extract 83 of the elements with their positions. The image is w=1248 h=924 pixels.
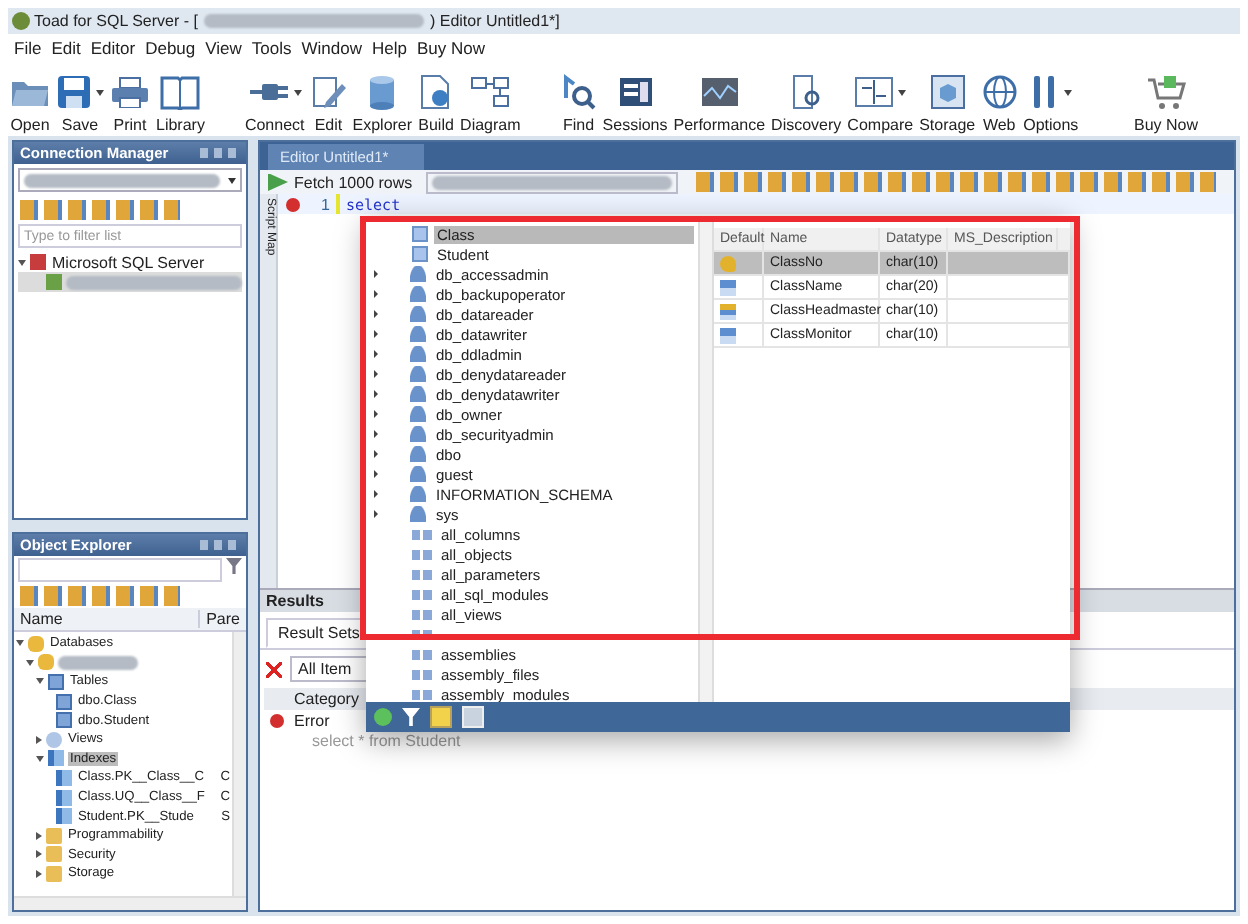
menu-item[interactable]: Help — [372, 38, 407, 58]
menu-item[interactable]: Buy Now — [416, 38, 485, 58]
expand-arrow-icon[interactable] — [374, 510, 378, 518]
document-icon — [418, 74, 455, 110]
fetch-dropdown[interactable]: Fetch 1000 rows — [294, 173, 421, 191]
pencil-icon — [310, 74, 347, 110]
printer-icon — [110, 76, 150, 108]
expand-arrow-icon[interactable] — [374, 490, 378, 498]
column-key-icon — [720, 303, 736, 319]
panel-buttons-icon[interactable] — [200, 148, 240, 158]
window-icon — [617, 76, 654, 108]
menu-item[interactable]: Editor — [90, 38, 136, 58]
table-cell-text: Error — [292, 712, 332, 730]
window-title: Toad for SQL Server - [ — [34, 12, 198, 30]
explorer-toolbar-drawing[interactable] — [20, 586, 180, 606]
detail-text: select * from Student — [310, 732, 463, 750]
column-icon — [720, 279, 736, 295]
toolbar-button[interactable]: Options — [1021, 72, 1081, 134]
toolbar-button[interactable]: Save — [54, 72, 106, 134]
connection-toolbar-drawing[interactable] — [20, 200, 180, 220]
chart-icon — [699, 76, 740, 108]
panel-buttons-icon[interactable] — [200, 540, 240, 550]
toolbar-button[interactable]: Library — [154, 72, 207, 134]
menu-item[interactable]: Edit — [51, 38, 81, 58]
toolbar-button[interactable]: Build — [416, 72, 457, 134]
expand-arrow-icon[interactable] — [374, 350, 378, 358]
run-icon[interactable] — [268, 173, 288, 191]
toolbar-button[interactable]: Web — [979, 72, 1020, 134]
clear-icon[interactable] — [266, 661, 282, 677]
menu-item[interactable]: Tools — [251, 38, 292, 58]
expand-arrow-icon[interactable] — [374, 410, 378, 418]
menu-item[interactable]: Debug — [145, 38, 196, 58]
expand-arrow-icon[interactable] — [374, 450, 378, 458]
toolbar-button[interactable]: Explorer — [350, 72, 415, 134]
toolbar-button[interactable]: Performance — [671, 72, 768, 134]
panel-title: Results — [266, 592, 324, 610]
column-header[interactable]: Name — [14, 610, 201, 628]
toolbar-button[interactable]: Edit — [308, 72, 349, 134]
line-number: 1 — [319, 195, 330, 213]
filter-field[interactable] — [18, 558, 222, 582]
scrollbar[interactable] — [698, 216, 714, 702]
scrollbar[interactable] — [14, 896, 246, 910]
scrollbar[interactable] — [232, 632, 246, 896]
caret-icon[interactable] — [294, 89, 303, 95]
toolbar-button[interactable]: Diagram — [458, 72, 523, 134]
expand-arrow-icon[interactable] — [374, 370, 378, 378]
caret-icon[interactable] — [898, 89, 907, 95]
menu-item[interactable]: File — [14, 38, 42, 58]
globe-icon — [981, 74, 1018, 110]
toolbar-button[interactable]: Buy Now — [1131, 72, 1200, 134]
toolbar-button[interactable]: Storage — [917, 72, 978, 134]
toolbar-button[interactable]: Find — [558, 72, 599, 134]
expand-arrow-icon[interactable] — [374, 290, 378, 298]
column-icon — [720, 327, 736, 343]
toolbar-button[interactable]: Open — [8, 72, 52, 134]
window-title: ) Editor Untitled1*] — [429, 12, 560, 30]
expand-arrow-icon[interactable] — [374, 470, 378, 478]
column-header[interactable]: Pare — [200, 610, 246, 628]
folder-icon — [10, 76, 50, 108]
expand-arrow-icon[interactable] — [374, 270, 378, 278]
cart-icon — [1143, 72, 1188, 112]
box-icon — [929, 74, 966, 110]
expand-arrow-icon[interactable] — [374, 390, 378, 398]
toolbar-button[interactable]: Discovery — [769, 72, 844, 134]
expand-arrow-icon[interactable] — [374, 310, 378, 318]
toolbar-button[interactable]: Compare — [845, 72, 916, 134]
filter-icon[interactable] — [402, 708, 420, 726]
editor-toolbar-drawing[interactable] — [696, 172, 1217, 192]
toolbar-button[interactable]: Sessions — [600, 72, 670, 134]
menu-item[interactable]: Window — [301, 38, 362, 58]
caret-icon[interactable] — [96, 89, 104, 95]
compare-icon — [854, 76, 895, 108]
toolbar-button[interactable]: Connect — [242, 72, 307, 134]
menu-item[interactable]: View — [205, 38, 242, 58]
diagram-icon — [470, 76, 511, 108]
tree-item[interactable]: Microsoft SQL Server — [50, 253, 207, 271]
search-icon — [560, 74, 597, 110]
expand-arrow-icon[interactable] — [374, 330, 378, 338]
toolbar-button[interactable]: Print — [108, 72, 152, 134]
book-icon — [160, 74, 201, 110]
caret-icon[interactable] — [1064, 89, 1073, 95]
expand-arrow-icon[interactable] — [374, 430, 378, 438]
filter-icon[interactable] — [226, 558, 242, 574]
